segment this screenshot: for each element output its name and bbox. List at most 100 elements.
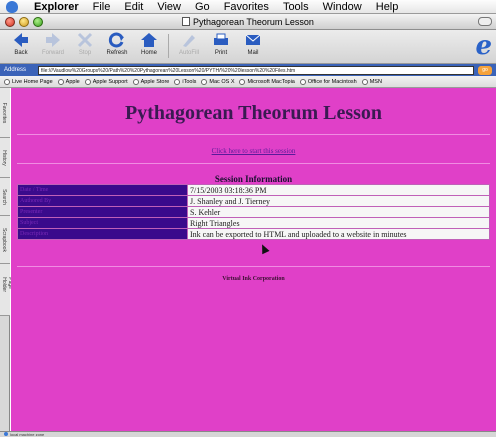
toolbar-separator — [168, 34, 169, 58]
favorites-bar: Live Home Page Apple Apple Support Apple… — [0, 76, 496, 88]
autofill-label: AutoFill — [178, 50, 199, 56]
toolbar-toggle-button[interactable] — [478, 17, 492, 26]
favorite-live-home-page[interactable]: Live Home Page — [4, 78, 53, 85]
table-row: Date / Time 7/15/2003 03:18:36 PM — [17, 184, 490, 196]
row-value: 7/15/2003 03:18:36 PM — [187, 184, 490, 196]
favorite-apple-support[interactable]: Apple Support — [84, 78, 128, 85]
menu-bar: Explorer File Edit View Go Favorites Too… — [0, 0, 496, 14]
refresh-button[interactable]: Refresh — [100, 32, 134, 56]
favorite-link-icon — [84, 78, 91, 85]
table-row: Presenter S. Kehler — [17, 206, 490, 218]
row-label: Date / Time — [17, 184, 188, 196]
status-bar: local machine zone — [0, 431, 496, 437]
menu-file[interactable]: File — [93, 1, 111, 13]
forward-arrow-icon — [46, 33, 60, 47]
mouse-pointer-icon — [258, 242, 270, 255]
menu-go[interactable]: Go — [195, 1, 210, 13]
explorer-logo-icon: e — [475, 31, 492, 61]
row-value: Right Triangles — [187, 217, 490, 229]
favorite-office-for-macintosh[interactable]: Office for Macintosh — [299, 78, 357, 85]
favorite-link-icon — [239, 78, 246, 85]
tab-scrapbook[interactable]: Scrapbook — [0, 216, 10, 264]
address-bar: Address file:///Vaudlow%20Groups%20/Path… — [0, 64, 496, 76]
row-label: Description — [17, 228, 188, 240]
tab-history[interactable]: History — [0, 138, 10, 178]
home-icon — [141, 33, 157, 47]
row-value: J. Shanley and J. Tierney — [187, 195, 490, 207]
row-label: Presenter — [17, 206, 188, 218]
divider — [17, 163, 490, 164]
address-input[interactable]: file:///Vaudlow%20Groups%20/Path%20%20Py… — [38, 65, 474, 75]
menu-tools[interactable]: Tools — [283, 1, 309, 13]
menu-app[interactable]: Explorer — [34, 1, 79, 13]
tab-page-holder[interactable]: Page Holder — [0, 264, 13, 316]
favorite-msn[interactable]: MSN — [361, 78, 382, 85]
go-button[interactable]: go — [478, 65, 492, 75]
table-row: Description Ink can be exported to HTML … — [17, 228, 490, 240]
favorite-itools[interactable]: iTools — [174, 78, 197, 85]
tab-history-label: History — [1, 149, 7, 166]
menu-help[interactable]: Help — [376, 1, 399, 13]
row-label: Authored By — [17, 195, 188, 207]
printer-icon — [214, 33, 228, 45]
favorite-label: MSN — [369, 78, 382, 85]
footer-company: Virtual Ink Corporation — [222, 276, 285, 282]
table-row: Subject Right Triangles — [17, 217, 490, 229]
menu-view[interactable]: View — [157, 1, 181, 13]
tab-favorites[interactable]: Favorites — [0, 88, 10, 138]
back-button[interactable]: Back — [4, 32, 38, 56]
start-session-link[interactable]: Click here to start this session — [11, 147, 496, 155]
session-heading: Session Information — [214, 174, 293, 184]
favorite-apple-store[interactable]: Apple Store — [132, 78, 170, 85]
toolbar: Back Forward Stop Refresh Home AutoFill … — [0, 30, 496, 64]
menu-favorites[interactable]: Favorites — [224, 1, 269, 13]
home-button[interactable]: Home — [132, 32, 166, 56]
stop-button[interactable]: Stop — [68, 32, 102, 56]
document-icon — [182, 16, 191, 26]
apple-menu-icon[interactable] — [6, 0, 18, 13]
refresh-icon — [108, 32, 124, 48]
forward-button[interactable]: Forward — [36, 32, 70, 56]
favorite-link-icon — [299, 78, 306, 85]
tab-favorites-label: Favorites — [1, 102, 7, 123]
autofill-button[interactable]: AutoFill — [172, 32, 206, 56]
favorite-link-icon — [174, 78, 181, 85]
mail-label: Mail — [247, 50, 259, 56]
window-title-text: Pythagorean Theorum Lesson — [193, 16, 314, 27]
home-label: Home — [140, 50, 157, 56]
print-button[interactable]: Print — [204, 32, 238, 56]
row-value: S. Kehler — [187, 206, 490, 218]
favorite-link-icon — [201, 78, 208, 85]
autofill-pen-icon — [183, 35, 195, 47]
menu-edit[interactable]: Edit — [124, 1, 143, 13]
favorite-label: Apple Support — [92, 78, 128, 85]
explorer-bar-tabs: Favorites History Search Scrapbook Page … — [0, 88, 13, 431]
favorite-microsoft-mactopia[interactable]: Microsoft MacTopia — [239, 78, 295, 85]
favorite-label: Microsoft MacTopia — [247, 78, 295, 85]
favorite-link-icon — [57, 78, 64, 85]
divider — [17, 266, 490, 267]
zone-globe-icon — [4, 432, 8, 436]
forward-label: Forward — [41, 50, 64, 56]
window-title: Pythagorean Theorum Lesson — [0, 16, 496, 27]
favorite-label: Apple Store — [140, 78, 170, 85]
row-label: Subject — [17, 217, 188, 229]
favorite-mac-os-x[interactable]: Mac OS X — [201, 78, 234, 85]
divider — [17, 134, 490, 135]
back-arrow-icon — [14, 33, 28, 47]
menu-window[interactable]: Window — [323, 1, 362, 13]
refresh-label: Refresh — [106, 50, 128, 56]
favorite-label: Office for Macintosh — [307, 78, 357, 85]
tab-search[interactable]: Search — [0, 178, 10, 216]
back-label: Back — [14, 50, 28, 56]
favorite-label: iTools — [182, 78, 197, 85]
favorite-apple[interactable]: Apple — [57, 78, 80, 85]
tab-search-label: Search — [1, 188, 7, 205]
row-value: Ink can be exported to HTML and uploaded… — [187, 228, 490, 240]
mail-button[interactable]: Mail — [236, 32, 270, 56]
stop-x-icon — [77, 32, 93, 48]
stop-label: Stop — [78, 50, 92, 56]
session-info-table: Date / Time 7/15/2003 03:18:36 PM Author… — [17, 184, 490, 240]
page-title: Pythagorean Theorum Lesson — [124, 102, 383, 124]
window-title-bar[interactable]: Pythagorean Theorum Lesson — [0, 14, 496, 30]
